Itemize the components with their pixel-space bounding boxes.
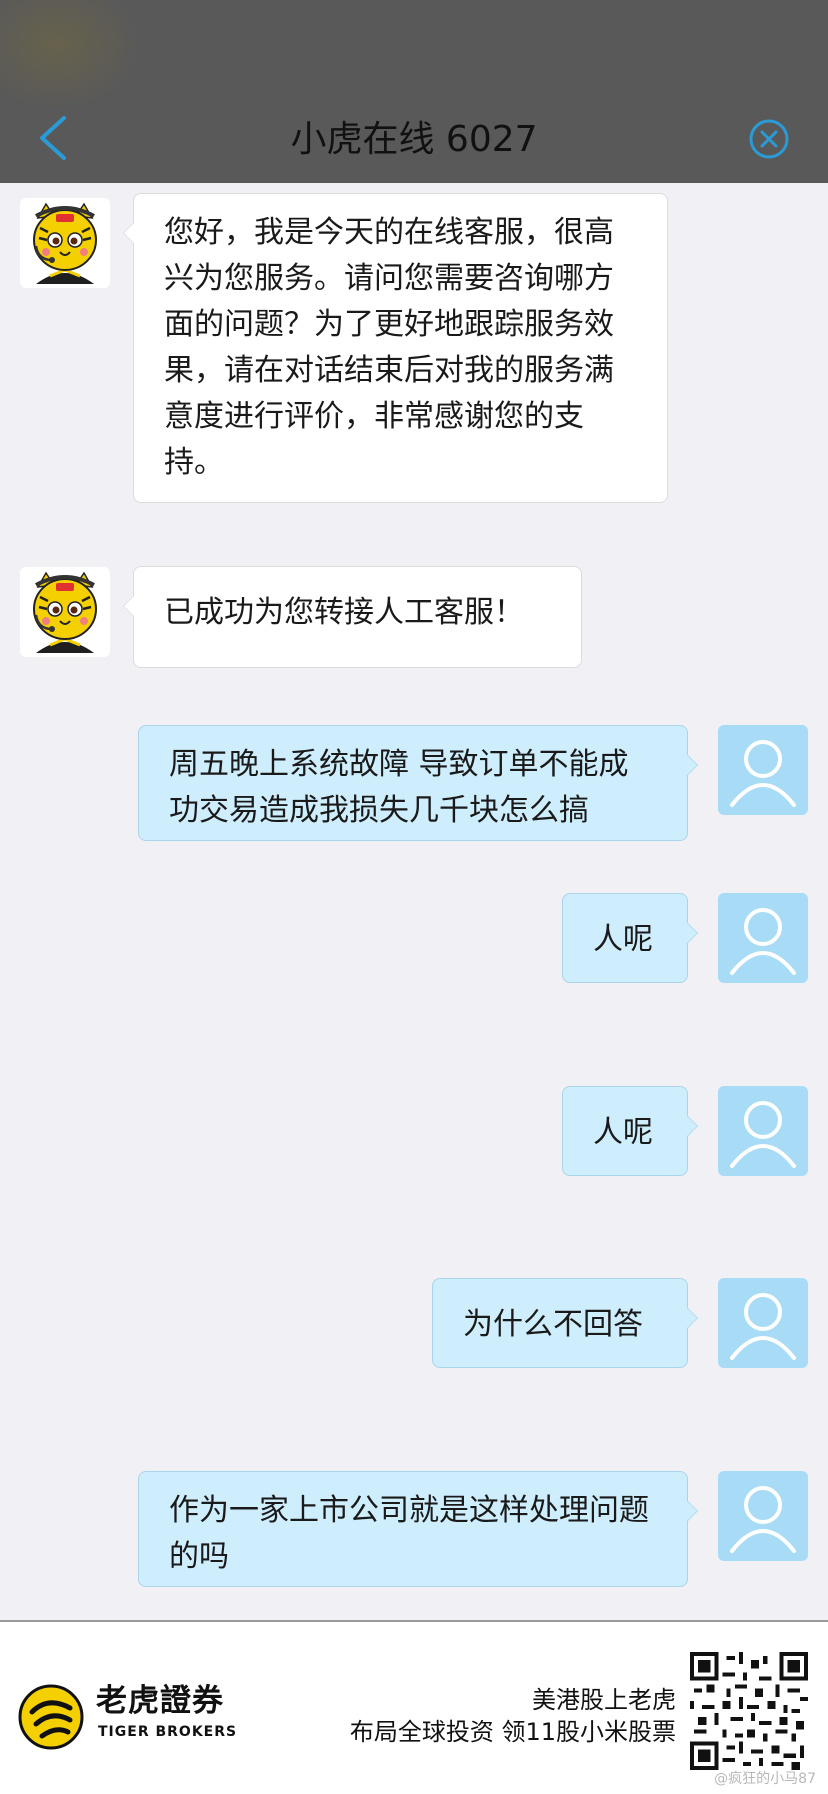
ad-headline: 美港股上老虎: [532, 1686, 676, 1714]
message-text: 为什么不回答: [463, 1307, 643, 1342]
close-button[interactable]: [748, 118, 790, 160]
user-icon: [730, 908, 796, 975]
message-text: 人呢: [593, 922, 653, 957]
watermark: @疯狂的小马87: [714, 1771, 816, 1787]
user-avatar[interactable]: [718, 1278, 808, 1368]
page-title: 小虎在线 6027: [290, 119, 538, 160]
agent-avatar[interactable]: [20, 567, 110, 657]
header-blur: [0, 0, 140, 110]
qr-code-icon[interactable]: [690, 1652, 808, 1770]
chat-area[interactable]: 您好，我是今天的在线客服，很高兴为您服务。请问您需要咨询哪方面的问题？为了更好地…: [0, 183, 828, 1620]
brand-name: 老虎證券: [96, 1683, 224, 1719]
user-avatar[interactable]: [718, 1471, 808, 1561]
message-text: 人呢: [593, 1115, 653, 1150]
agent-avatar[interactable]: [20, 198, 110, 288]
brand-name-english: TIGER BROKERS: [98, 1724, 238, 1740]
ad-banner[interactable]: 老虎證券 TIGER BROKERS 美港股上老虎 布局全球投资 领11股小米股…: [0, 1620, 828, 1794]
ad-subline: 布局全球投资 领11股小米股票: [349, 1718, 676, 1746]
message-bubble-agent[interactable]: 您好，我是今天的在线客服，很高兴为您服务。请问您需要咨询哪方面的问题？为了更好地…: [123, 193, 668, 503]
message-text: 已成功为您转接人工客服！: [164, 595, 524, 630]
user-icon: [730, 740, 796, 807]
message-bubble-user[interactable]: 为什么不回答: [432, 1278, 698, 1368]
user-icon: [730, 1486, 796, 1553]
message-text: 作为一家上市公司就是这样处理问题的吗: [169, 1493, 649, 1574]
message-text: 周五晚上系统故障 导致订单不能成功交易造成我损失几千块怎么搞: [169, 747, 629, 828]
tiger-brokers-logo-icon: [18, 1684, 84, 1750]
message-bubble-user[interactable]: 人呢: [562, 893, 698, 983]
circle-x-icon: [749, 119, 789, 159]
header-bar: 小虎在线 6027: [0, 0, 828, 183]
message-bubble-user[interactable]: 周五晚上系统故障 导致订单不能成功交易造成我损失几千块怎么搞: [138, 725, 698, 841]
message-bubble-agent[interactable]: 已成功为您转接人工客服！: [123, 566, 582, 668]
message-bubble-user[interactable]: 作为一家上市公司就是这样处理问题的吗: [138, 1471, 698, 1587]
user-icon: [730, 1293, 796, 1360]
user-icon: [730, 1101, 796, 1168]
user-avatar[interactable]: [718, 893, 808, 983]
tiger-mascot-icon: [33, 571, 97, 653]
message-text: 您好，我是今天的在线客服，很高兴为您服务。请问您需要咨询哪方面的问题？为了更好地…: [164, 215, 614, 480]
message-bubble-user[interactable]: 人呢: [562, 1086, 698, 1176]
user-avatar[interactable]: [718, 1086, 808, 1176]
tiger-mascot-icon: [33, 202, 97, 284]
user-avatar[interactable]: [718, 725, 808, 815]
